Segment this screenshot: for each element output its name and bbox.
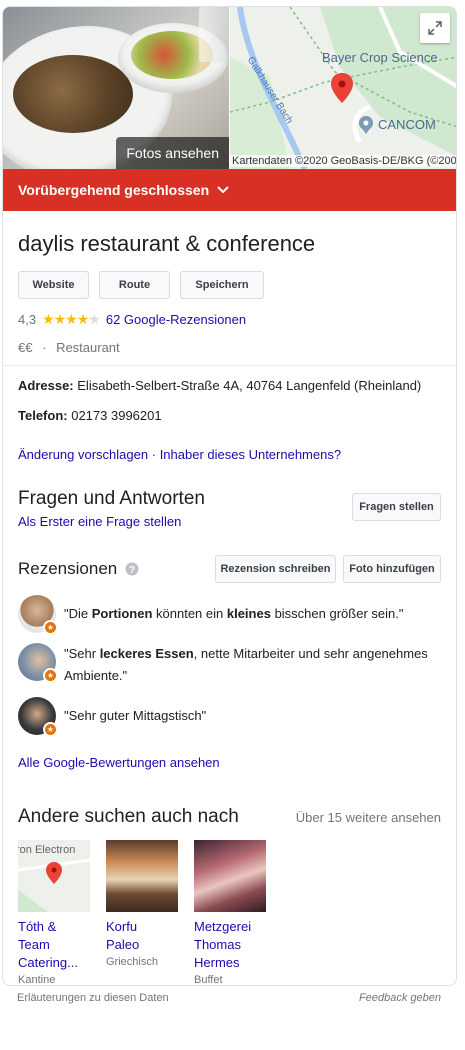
cancom-pin-icon xyxy=(359,116,373,134)
place-map-thumbnail: ron Electron xyxy=(18,840,90,912)
price-level: €€ xyxy=(18,340,33,355)
local-guide-badge-icon: ★ xyxy=(43,668,58,683)
location-map[interactable]: Bayer Crop Science CANCOM Galkhauser Bac… xyxy=(229,7,456,169)
reviews-header: Rezensionen ? Rezension schreiben Foto h… xyxy=(18,555,441,583)
review-item: ★ "Sehr guter Mittagstisch" xyxy=(18,697,441,737)
thumb-map-label: ron Electron xyxy=(18,844,76,856)
place-category: Buffet xyxy=(194,974,223,986)
write-review-button[interactable]: Rezension schreiben xyxy=(215,555,336,583)
review-snippet: "Sehr guter Mittagstisch" xyxy=(64,708,207,723)
address-line: Adresse: Elisabeth-Selbert-Straße 4A, 40… xyxy=(18,378,441,393)
phone-label: Telefon: xyxy=(18,408,68,423)
related-place-item[interactable]: Korfu Paleo Griechisch xyxy=(106,840,178,985)
edit-links: Änderung vorschlagen · Inhaber dieses Un… xyxy=(18,447,441,462)
avatar: ★ xyxy=(18,595,58,635)
local-guide-badge-icon: ★ xyxy=(43,722,58,737)
closed-status-label: Vorübergehend geschlossen xyxy=(18,182,210,198)
place-category: Griechisch xyxy=(106,956,158,968)
add-photo-button[interactable]: Foto hinzufügen xyxy=(343,555,441,583)
related-place-item[interactable]: Metzgerei Thomas Hermes Buffet xyxy=(194,840,266,986)
questions-title: Fragen und Antworten xyxy=(18,488,205,509)
action-buttons: Website Route Speichern xyxy=(18,271,441,299)
svg-text:?: ? xyxy=(129,565,135,576)
claim-business-link[interactable]: Inhaber dieses Unternehmens? xyxy=(160,447,341,462)
link-separator: · xyxy=(151,447,157,462)
place-name: Tóth & Team Catering... xyxy=(18,919,78,970)
see-more-link[interactable]: Über 15 weitere ansehen xyxy=(296,810,441,825)
save-button[interactable]: Speichern xyxy=(180,271,264,299)
chevron-down-icon xyxy=(217,186,229,194)
suggest-edit-link[interactable]: Änderung vorschlagen xyxy=(18,447,148,462)
restaurant-photo[interactable]: Fotos ansehen xyxy=(3,7,229,169)
review-item: ★ "Die Portionen könnten ein kleines bis… xyxy=(18,595,441,635)
media-header: Fotos ansehen Bayer Crop Science CANCOM … xyxy=(3,7,456,169)
questions-section: Fragen und Antworten Als Erster eine Fra… xyxy=(18,488,441,529)
ask-question-button[interactable]: Fragen stellen xyxy=(352,493,441,521)
related-places: ron Electron Tóth & Team Catering... Kan… xyxy=(18,840,441,986)
rating-row: 4,3 ★★★★★ 62 Google-Rezensionen xyxy=(18,311,441,328)
place-photo xyxy=(194,840,266,912)
knowledge-panel: Fotos ansehen Bayer Crop Science CANCOM … xyxy=(2,6,457,986)
address-label: Adresse: xyxy=(18,378,74,393)
phone-value[interactable]: 02173 3996201 xyxy=(71,408,161,423)
feedback-link[interactable]: Feedback geben xyxy=(359,992,441,1004)
review-snippet: "Die Portionen könnten ein kleines bissc… xyxy=(64,606,404,621)
data-explanation-link[interactable]: Erläuterungen zu diesen Daten xyxy=(17,992,169,1004)
website-button[interactable]: Website xyxy=(18,271,89,299)
price-category-row: €€ · Restaurant xyxy=(18,340,441,355)
avatar: ★ xyxy=(18,697,58,737)
divider xyxy=(3,365,456,366)
reviews-count-link[interactable]: 62 Google-Rezensionen xyxy=(106,312,246,327)
expand-map-button[interactable] xyxy=(420,13,450,43)
others-title: Andere suchen auch nach xyxy=(18,806,239,827)
review-list: ★ "Die Portionen könnten ein kleines bis… xyxy=(18,595,441,737)
water-glass xyxy=(199,7,229,62)
related-place-item[interactable]: ron Electron Tóth & Team Catering... Kan… xyxy=(18,840,90,986)
expand-icon xyxy=(428,21,442,35)
help-icon[interactable]: ? xyxy=(125,562,139,576)
map-credit: Kartendaten ©2020 GeoBasis-DE/BKG (©2009… xyxy=(230,155,456,167)
others-search-header: Andere suchen auch nach Über 15 weitere … xyxy=(18,806,441,828)
route-button[interactable]: Route xyxy=(99,271,170,299)
rating-value: 4,3 xyxy=(18,312,37,327)
ask-first-question-link[interactable]: Als Erster eine Frage stellen xyxy=(18,514,205,529)
view-photos-button[interactable]: Fotos ansehen xyxy=(116,137,229,169)
panel-footer: Erläuterungen zu diesen Daten Feedback g… xyxy=(17,992,441,1004)
separator-dot: · xyxy=(42,340,47,355)
avatar: ★ xyxy=(18,643,58,683)
map-label-cancom: CANCOM xyxy=(378,117,436,132)
place-photo xyxy=(106,840,178,912)
business-name: daylis restaurant & conference xyxy=(18,231,316,256)
review-snippet: "Sehr leckeres Essen, nette Mitarbeiter … xyxy=(64,646,428,683)
place-name: Metzgerei Thomas Hermes xyxy=(194,919,252,970)
place-name: Korfu Paleo xyxy=(106,919,140,952)
phone-line: Telefon: 02173 3996201 xyxy=(18,408,441,423)
location-pin-icon xyxy=(331,73,353,103)
reviews-title: Rezensionen xyxy=(18,559,118,578)
local-guide-badge-icon: ★ xyxy=(43,620,58,635)
place-category: Kantine xyxy=(18,974,56,986)
business-category: Restaurant xyxy=(56,340,120,355)
map-label-bayer: Bayer Crop Science xyxy=(322,50,438,65)
all-reviews-link[interactable]: Alle Google-Bewertungen ansehen xyxy=(18,755,441,770)
review-item: ★ "Sehr leckeres Essen, nette Mitarbeite… xyxy=(18,643,441,687)
temporarily-closed-banner[interactable]: Vorübergehend geschlossen xyxy=(3,169,456,211)
pasta-dish xyxy=(13,55,133,133)
address-value[interactable]: Elisabeth-Selbert-Straße 4A, 40764 Lange… xyxy=(77,378,421,393)
star-rating-icon: ★★★★★ xyxy=(42,311,101,327)
location-pin-icon xyxy=(46,862,62,884)
